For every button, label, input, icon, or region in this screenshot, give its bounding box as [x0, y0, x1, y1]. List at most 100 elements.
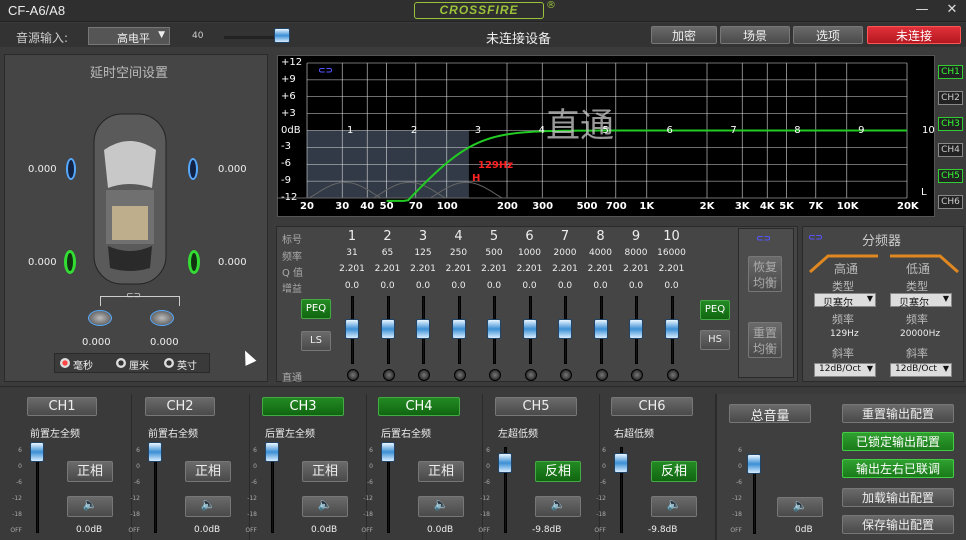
- side-channel-ch5-button[interactable]: CH5: [938, 169, 963, 183]
- eq-band-gain[interactable]: 0.0: [407, 281, 439, 291]
- hp-type-select[interactable]: 贝塞尔 ▼: [814, 293, 876, 309]
- eq-band-freq[interactable]: 16000: [656, 248, 688, 258]
- eq-band-freq[interactable]: 500: [478, 248, 510, 258]
- side-channel-ch2-button[interactable]: CH2: [938, 91, 963, 105]
- band-marker-label[interactable]: 6: [666, 125, 672, 136]
- eq-band-q[interactable]: 2.201: [443, 264, 475, 274]
- side-channel-ch1-button[interactable]: CH1: [938, 65, 963, 79]
- output-fader-handle[interactable]: [498, 453, 512, 473]
- band-marker-label[interactable]: 9: [858, 125, 864, 136]
- eq-band-bypass-toggle[interactable]: [666, 369, 679, 381]
- unit-ms-radio[interactable]: [60, 358, 70, 368]
- phase-button[interactable]: 反相: [651, 461, 697, 482]
- output-channel-ch3-button[interactable]: CH3: [262, 397, 344, 416]
- output-channel-ch1-button[interactable]: CH1: [27, 397, 97, 416]
- eq-band-fader-handle[interactable]: [487, 319, 501, 339]
- encrypt-button[interactable]: 加密: [651, 26, 717, 44]
- options-button[interactable]: 选项: [793, 26, 863, 44]
- band-marker-label[interactable]: 8: [794, 125, 800, 136]
- peq-right-button[interactable]: PEQ: [700, 300, 730, 320]
- eq-band-fader-handle[interactable]: [345, 319, 359, 339]
- unit-cm-radio[interactable]: [116, 358, 126, 368]
- eq-band-bypass-toggle[interactable]: [631, 369, 643, 381]
- output-channel-ch2-button[interactable]: CH2: [145, 397, 215, 416]
- lp-freq-value[interactable]: 20000Hz: [900, 329, 940, 339]
- eq-band-q[interactable]: 2.201: [549, 264, 581, 274]
- lp-slope-select[interactable]: 12dB/Oct ▼: [890, 363, 952, 377]
- eq-band-gain[interactable]: 0.0: [372, 281, 404, 291]
- band-marker-label[interactable]: 2: [411, 125, 417, 136]
- eq-band-freq[interactable]: 2000: [549, 248, 581, 258]
- phase-button[interactable]: 正相: [302, 461, 348, 482]
- eq-band-fader-handle[interactable]: [451, 319, 466, 339]
- eq-band-freq[interactable]: 1000: [514, 248, 546, 258]
- phase-button[interactable]: 正相: [67, 461, 113, 482]
- side-channel-ch3-button[interactable]: CH3: [938, 117, 963, 131]
- eq-band-q[interactable]: 2.201: [478, 264, 510, 274]
- scene-button[interactable]: 场景: [720, 26, 790, 44]
- eq-band-q[interactable]: 2.201: [620, 264, 652, 274]
- eq-band-q[interactable]: 2.201: [585, 264, 617, 274]
- band-marker-label[interactable]: 1: [347, 125, 353, 136]
- front-right-speaker-icon[interactable]: [188, 158, 198, 180]
- eq-band-fader-handle[interactable]: [593, 319, 608, 339]
- eq-band-bypass-toggle[interactable]: [489, 369, 501, 381]
- eq-band-gain[interactable]: 0.0: [656, 281, 688, 291]
- eq-band-fader-handle[interactable]: [558, 319, 572, 339]
- eq-band-gain[interactable]: 0.0: [585, 281, 617, 291]
- locked-output-config-button[interactable]: 已锁定输出配置: [842, 432, 954, 451]
- eq-band-freq[interactable]: 31: [336, 248, 368, 258]
- master-volume-label[interactable]: 总音量: [729, 404, 811, 424]
- mute-button[interactable]: 🔈: [302, 496, 348, 517]
- band-marker-label[interactable]: 4: [539, 125, 545, 136]
- output-fader-handle[interactable]: [30, 442, 44, 462]
- hp-slope-select[interactable]: 12dB/Oct ▼: [814, 363, 876, 377]
- load-output-config-button[interactable]: 加载输出配置: [842, 488, 954, 507]
- eq-band-fader-handle[interactable]: [522, 319, 537, 339]
- sub-right-speaker-icon[interactable]: [150, 310, 174, 326]
- mute-button[interactable]: 🔈: [418, 496, 464, 517]
- output-channel-ch6-button[interactable]: CH6: [611, 397, 693, 416]
- eq-band-fader-handle[interactable]: [664, 319, 679, 339]
- master-mute-button[interactable]: 🔈: [777, 497, 823, 517]
- band-marker-label[interactable]: 7: [730, 125, 736, 136]
- eq-band-freq[interactable]: 8000: [620, 248, 652, 258]
- connect-button[interactable]: 未连接: [867, 26, 961, 44]
- output-fader-handle[interactable]: [148, 442, 162, 462]
- crossover-link-icon[interactable]: ⊂⊃: [808, 233, 823, 243]
- phase-button[interactable]: 正相: [418, 461, 464, 482]
- eq-band-gain[interactable]: 0.0: [478, 281, 510, 291]
- eq-band-gain[interactable]: 0.0: [549, 281, 581, 291]
- high-shelf-button[interactable]: HS: [700, 330, 730, 350]
- phase-button[interactable]: 反相: [535, 461, 581, 482]
- eq-band-gain[interactable]: 0.0: [336, 281, 368, 291]
- restore-eq-button[interactable]: 恢复均衡: [748, 256, 782, 292]
- eq-band-freq[interactable]: 250: [443, 248, 475, 258]
- reset-eq-button[interactable]: 重置均衡: [748, 322, 782, 358]
- reset-output-config-button[interactable]: 重置输出配置: [842, 404, 954, 423]
- source-select[interactable]: 高电平 ▼: [88, 27, 170, 45]
- rear-right-speaker-icon[interactable]: [188, 250, 200, 274]
- eq-band-q[interactable]: 2.201: [656, 264, 688, 274]
- output-channel-ch4-button[interactable]: CH4: [378, 397, 460, 416]
- minimize-button[interactable]: —: [910, 1, 934, 20]
- output-fader-handle[interactable]: [614, 453, 628, 473]
- output-fader-handle[interactable]: [265, 442, 279, 462]
- graph-link-icon[interactable]: ⊂⊃: [318, 66, 333, 76]
- low-shelf-button[interactable]: LS: [301, 331, 331, 351]
- mute-button[interactable]: 🔈: [67, 496, 113, 517]
- eq-band-bypass-toggle[interactable]: [382, 369, 395, 381]
- sub-left-speaker-icon[interactable]: [88, 310, 112, 326]
- eq-band-freq[interactable]: 4000: [585, 248, 617, 258]
- side-channel-ch4-button[interactable]: CH4: [938, 143, 963, 157]
- rear-left-speaker-icon[interactable]: [64, 250, 76, 274]
- volume-slider-handle[interactable]: [274, 28, 290, 43]
- front-left-speaker-icon[interactable]: [66, 158, 76, 180]
- close-button[interactable]: ✕: [940, 1, 964, 20]
- eq-band-bypass-toggle[interactable]: [524, 369, 537, 381]
- hp-freq-value[interactable]: 129Hz: [830, 329, 859, 339]
- eq-band-q[interactable]: 2.201: [407, 264, 439, 274]
- eq-band-gain[interactable]: 0.0: [514, 281, 546, 291]
- mute-button[interactable]: 🔈: [651, 496, 697, 517]
- side-channel-ch6-button[interactable]: CH6: [938, 195, 963, 209]
